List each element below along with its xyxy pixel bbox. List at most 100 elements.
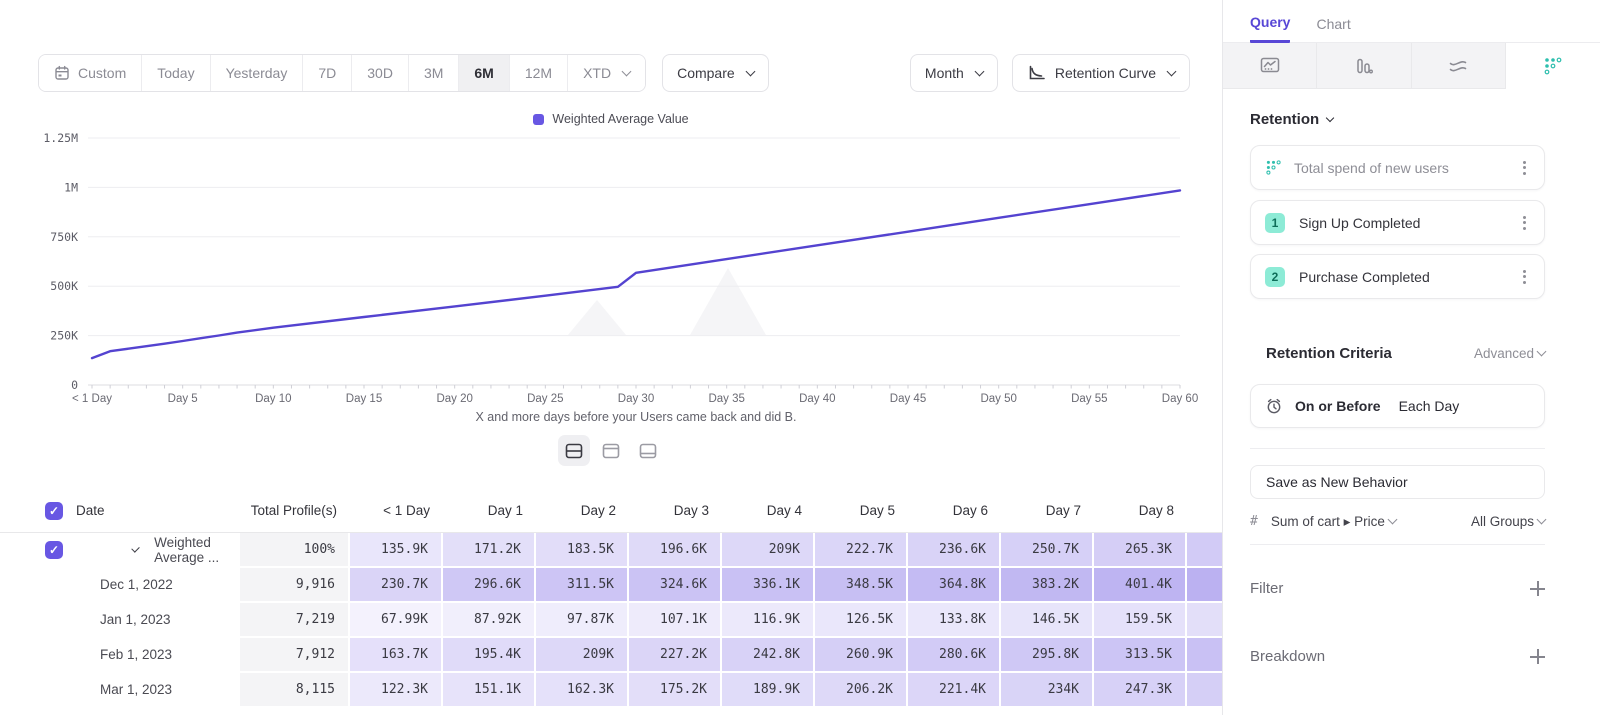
header-label: Day 6 [953, 503, 988, 518]
header-day-6: Day 6 [908, 489, 1001, 532]
cell-day-value: 250.7K [1001, 533, 1094, 568]
cell-day-value: 311.5K [536, 568, 629, 603]
chart-tick-label: 0 [71, 378, 78, 392]
cell-day-value: 175.2K [629, 673, 722, 708]
kebab-menu-icon[interactable] [1519, 266, 1530, 288]
cell-day-value: 183.5K [536, 533, 629, 568]
criteria-window[interactable]: Each Day [1399, 398, 1460, 414]
step-card-1[interactable]: 1Sign Up Completed [1250, 200, 1545, 245]
add-breakdown-icon[interactable] [1530, 649, 1545, 664]
chart-tick-label: Day 55 [1071, 393, 1107, 405]
behavior-steps: 1Sign Up Completed 2Purchase Completed [1250, 200, 1545, 299]
cell-total-profiles: 100% [240, 533, 350, 568]
cell-total-profiles: 7,219 [240, 603, 350, 638]
add-filter-icon[interactable] [1530, 581, 1545, 596]
tab-insights-chart[interactable] [1223, 43, 1317, 89]
criteria-condition[interactable]: On or Before [1295, 398, 1381, 414]
step-card-2[interactable]: 2Purchase Completed [1250, 254, 1545, 299]
header-label: < 1 Day [383, 503, 430, 518]
header-label: Day 3 [674, 503, 709, 518]
cell-day-value: 209K [536, 638, 629, 673]
cell-day-value: 171.2K [443, 533, 536, 568]
cell-total-profiles: 7,912 [240, 638, 350, 673]
cell-day-value: 133.8K [908, 603, 1001, 638]
panel-tabs: Query Chart [1223, 0, 1600, 43]
save-as-new-behavior-button[interactable]: Save as New Behavior [1250, 465, 1545, 499]
cell-day-value: 383.2K [1001, 568, 1094, 603]
chart-tick-label: < 1 Day [72, 393, 112, 405]
retention-line-series [92, 190, 1180, 358]
group-selector[interactable]: All Groups [1471, 514, 1545, 529]
cell-day-value: 209K [722, 533, 815, 568]
header-date: Date [0, 489, 240, 532]
tab-bar-chart[interactable] [1317, 43, 1411, 89]
chart-tick-label: Day 10 [255, 393, 291, 405]
measurement-property-row: # Sum of cart ▸ Price All Groups [1250, 499, 1545, 545]
chart-tick-label: 1.25M [43, 131, 78, 145]
chevron-down-icon [1387, 515, 1397, 525]
table-row: Dec 1, 20229,916230.7K296.6K311.5K324.6K… [0, 568, 1222, 603]
header--1-day: < 1 Day [350, 489, 443, 532]
retention-section-header[interactable]: Retention [1250, 111, 1545, 128]
property-selector[interactable]: Sum of cart ▸ Price [1271, 514, 1396, 530]
watermark-triangle [690, 268, 766, 335]
table-row: Mar 1, 20238,115122.3K151.1K162.3K175.2K… [0, 673, 1222, 708]
header-day-5: Day 5 [815, 489, 908, 532]
chart-tick-label: Day 45 [890, 393, 926, 405]
chart-only-toggle[interactable] [595, 435, 627, 466]
cell-day-value: 206.2K [815, 673, 908, 708]
panel-tab-query[interactable]: Query [1250, 14, 1290, 43]
behavior-card[interactable]: Total spend of new users [1250, 145, 1545, 190]
cell-day-value: 242.8K [722, 638, 815, 673]
cell-day-value: 265.3K [1094, 533, 1187, 568]
table-only-toggle[interactable] [632, 435, 664, 466]
cell-day-value: 135.9K [350, 533, 443, 568]
retention-table: Date Total Profile(s) < 1 Day Day 1 Day 2 Day… [0, 489, 1222, 708]
cell-day-value: 116.9K [722, 603, 815, 638]
chart-tick-label: Day 30 [618, 393, 654, 405]
retention-section-label: Retention [1250, 111, 1319, 128]
criteria-card[interactable]: On or Before Each Day [1250, 384, 1545, 428]
header-label: Total Profile(s) [251, 503, 337, 518]
retention-criteria-header: Retention Criteria Advanced [1250, 345, 1545, 362]
table-only-icon [639, 443, 657, 459]
row-date-cell: Weighted Average ... [0, 533, 240, 568]
kebab-menu-icon[interactable] [1519, 212, 1530, 234]
header-day-8: Day 8 [1094, 489, 1187, 532]
header-total-profile-s-: Total Profile(s) [240, 489, 350, 532]
chart-tick-label: X and more days before your Users came b… [476, 410, 797, 424]
row-label: Mar 1, 2023 [100, 682, 172, 697]
kebab-menu-icon[interactable] [1519, 157, 1530, 179]
split-view-toggle[interactable] [558, 435, 590, 466]
cell-day-value: 324.6K [629, 568, 722, 603]
tab-flow-chart[interactable] [1412, 43, 1506, 89]
table-row: Weighted Average ...100%135.9K171.2K183.… [0, 533, 1222, 568]
numeric-property-icon: # [1250, 514, 1258, 529]
header-day-2: Day 2 [536, 489, 629, 532]
tab-retention[interactable] [1506, 43, 1600, 89]
cell-day-value: 189.9K [722, 673, 815, 708]
cell-day-value: 401.4K [1094, 568, 1187, 603]
header-day-1: Day 1 [443, 489, 536, 532]
header-label: Day 8 [1139, 503, 1174, 518]
header-label: Day 1 [488, 503, 523, 518]
cell-day-value: 222.7K [815, 533, 908, 568]
behavior-title: Total spend of new users [1294, 160, 1449, 176]
panel-tab-chart[interactable]: Chart [1316, 16, 1350, 42]
row-checkbox[interactable] [45, 541, 63, 559]
row-label: Dec 1, 2022 [100, 577, 173, 592]
chart-tick-label: Day 50 [980, 393, 1016, 405]
select-all-checkbox[interactable] [45, 502, 63, 520]
cell-day-value: 234K [1001, 673, 1094, 708]
header-label: Day 7 [1046, 503, 1081, 518]
cell-total-profiles: 8,115 [240, 673, 350, 708]
row-date-cell: Dec 1, 2022 [0, 568, 240, 603]
step-label: Purchase Completed [1299, 269, 1430, 285]
cell-day-value: 295.8K [1001, 638, 1094, 673]
cell-day-value: 313.5K [1094, 638, 1187, 673]
cell-day-value: 163.7K [350, 638, 443, 673]
table-header-row: Date Total Profile(s) < 1 Day Day 1 Day 2 Day… [0, 489, 1222, 533]
advanced-dropdown[interactable]: Advanced [1474, 346, 1545, 361]
cell-day-value: 336.1K [722, 568, 815, 603]
expand-chevron-icon[interactable] [131, 544, 140, 553]
